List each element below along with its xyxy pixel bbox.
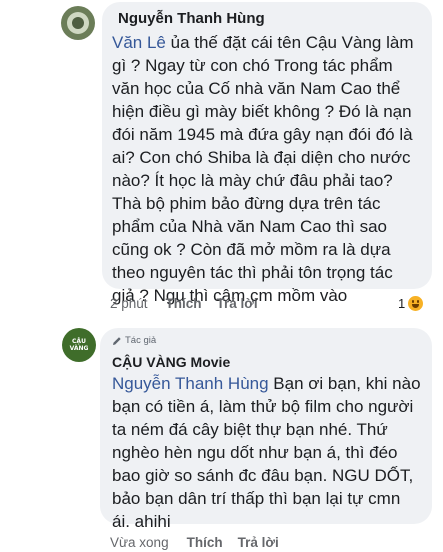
mention-link[interactable]: Văn Lê [112, 33, 166, 52]
comment-line: ái. ahihi [112, 512, 171, 531]
comment-line: Bạn ơi bạn, khi nào [268, 374, 421, 393]
comment-time[interactable]: Vừa xong [110, 535, 169, 550]
avatar-logo-text: CẬU VÀNG [69, 338, 89, 352]
comment-author[interactable]: CẬU VÀNG Movie [112, 354, 230, 370]
comment-line: phẩm của Nhà văn Nam Cao thì sao [112, 217, 387, 236]
comment-line: đói năm 1945 mà đứa gây nạn đói đó là [112, 125, 413, 144]
pencil-icon [113, 336, 121, 345]
author-badge: Tác giả [112, 335, 156, 346]
avatar[interactable]: CẬU VÀNG [62, 328, 96, 362]
author-badge-label: Tác giả [125, 335, 157, 346]
comment-text: Nguyễn Thanh Hùng Bạn ơi bạn, khi nào bạ… [112, 372, 421, 533]
avatar[interactable] [61, 6, 95, 40]
comment-line: ai? Con chó Shiba là đại diện cho nước [112, 148, 411, 167]
mention-link[interactable]: Nguyễn Thanh Hùng [112, 374, 269, 393]
comment-line: gì ? Ngay từ con chó Trong tác phẩm [112, 56, 393, 75]
reaction-count: 1 [398, 296, 406, 311]
reply-button[interactable]: Trả lời [238, 535, 279, 550]
comment-text: Văn Lê ủa thế đặt cái tên Cậu Vàng làm g… [112, 31, 414, 307]
haha-emoji-icon [408, 296, 424, 311]
comment-meta: 2 phút Thích Trả lời [110, 296, 273, 311]
comment-line: cũng ok ? Còn đã mở mồm ra là dựa [112, 240, 391, 259]
comment-line: Thà bộ phim bảo đừng dựa trên tác [112, 194, 381, 213]
reaction-summary[interactable]: 1 [398, 296, 424, 311]
like-button[interactable]: Thích [166, 296, 202, 311]
comment-line: hiện điều gì mày biết không ? Đó là nạn [112, 102, 412, 121]
comment-line: văn học của Cố nhà văn Nam Cao thể [112, 79, 401, 98]
comment-line: nào? Ít học là mày chứ đâu phải tao? [112, 171, 393, 190]
like-button[interactable]: Thích [187, 535, 223, 550]
comment-author[interactable]: Nguyễn Thanh Hùng [118, 10, 265, 27]
comment-meta: Vừa xong Thích Trả lời [110, 535, 294, 550]
reply-button[interactable]: Trả lời [217, 296, 258, 311]
comment-line: nghèo hèn ngu dốt như bạn á, thì đéo [112, 443, 398, 462]
comment-line: bao giờ so sánh đc đâu bạn. NGU DỐT, [112, 466, 414, 485]
comment-line: theo nguyên tác thì phải tôn trọng tác [112, 263, 393, 282]
comment-time[interactable]: 2 phút [110, 296, 148, 311]
comment-line: ủa thế đặt cái tên Cậu Vàng làm [165, 33, 414, 52]
comment-line: bảo bạn dân trí thấp thì bạn lại tự cmn [112, 489, 401, 508]
comment-line: ta ném đá cây biệt thự bạn nhé. Thứ [112, 420, 388, 439]
comment-line: bạn có tiền á, làm thử bộ film cho người [112, 397, 414, 416]
